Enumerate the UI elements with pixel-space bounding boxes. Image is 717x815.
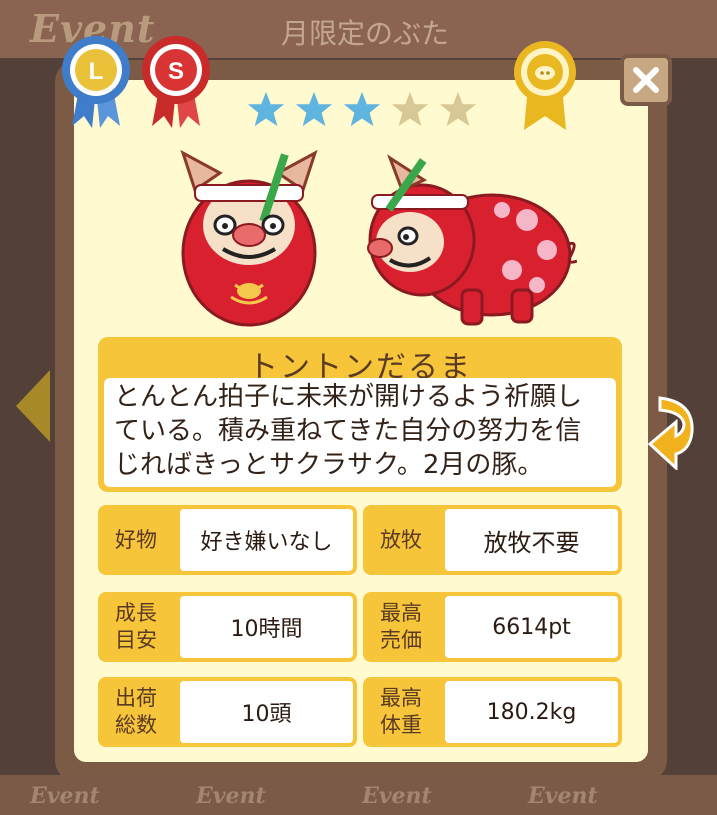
ribbon-l-letter: L: [89, 58, 104, 85]
description-line-1: とんとん拍子に未来が開けるよう祈願し: [114, 382, 583, 412]
ribbon-s-letter: S: [168, 58, 184, 85]
stat-favorite: 好物 好き嫌いなし: [98, 505, 357, 575]
daruma-pig-front-icon: [180, 149, 318, 327]
stat-shipped-value: 10頭: [180, 681, 353, 743]
rarity-stars: [247, 90, 487, 130]
gold-medal-icon: [514, 41, 576, 130]
star-filled-icon: [343, 91, 381, 127]
star-empty-icon: [439, 91, 477, 127]
close-button[interactable]: [620, 54, 672, 106]
ribbon-l-icon: L: [62, 36, 130, 128]
background-title: 月限定のぶた: [280, 17, 449, 50]
stat-growth-label: 成長 目安: [115, 601, 157, 652]
star-empty-icon: [391, 91, 429, 127]
event-tab-3: Event: [362, 783, 432, 809]
event-tab-1: Event: [30, 783, 100, 809]
daruma-pig-side-icon: [367, 154, 577, 326]
stat-pasture-value: 放牧不要: [445, 509, 618, 571]
ribbon-s-icon: S: [142, 36, 210, 128]
stat-pasture: 放牧 放牧不要: [363, 505, 622, 575]
stat-max-weight-label: 最高 体重: [380, 686, 422, 737]
star-filled-icon: [247, 91, 285, 127]
description-line-3: じればきっとサクラサク。2月の豚。: [114, 450, 544, 480]
stat-pasture-label: 放牧: [380, 527, 422, 552]
stat-growth-value: 10時間: [180, 596, 353, 658]
stat-max-weight: 最高 体重 180.2kg: [363, 677, 622, 747]
stat-shipped-label: 出荷 総数: [115, 686, 157, 737]
stat-max-price: 最高 売価 6614pt: [363, 592, 622, 662]
close-icon: [633, 67, 659, 93]
stat-max-price-value: 6614pt: [445, 596, 618, 658]
event-tab-4: Event: [528, 783, 598, 809]
previous-arrow-icon[interactable]: [16, 370, 50, 442]
stat-max-price-label: 最高 売価: [380, 601, 422, 652]
stat-max-weight-value: 180.2kg: [445, 681, 618, 743]
description-line-2: ている。積み重ねてきた自分の努力を信: [114, 416, 582, 446]
next-arrow-icon[interactable]: [646, 392, 702, 470]
stat-favorite-value: 好き嫌いなし: [180, 509, 353, 571]
stat-favorite-label: 好物: [115, 527, 157, 552]
star-filled-icon: [295, 91, 333, 127]
stat-growth: 成長 目安 10時間: [98, 592, 357, 662]
stat-shipped: 出荷 総数 10頭: [98, 677, 357, 747]
event-tab-2: Event: [196, 783, 266, 809]
pig-description: とんとん拍子に未来が開けるよう祈願し ている。積み重ねてきた自分の努力を信 じれ…: [114, 380, 610, 482]
